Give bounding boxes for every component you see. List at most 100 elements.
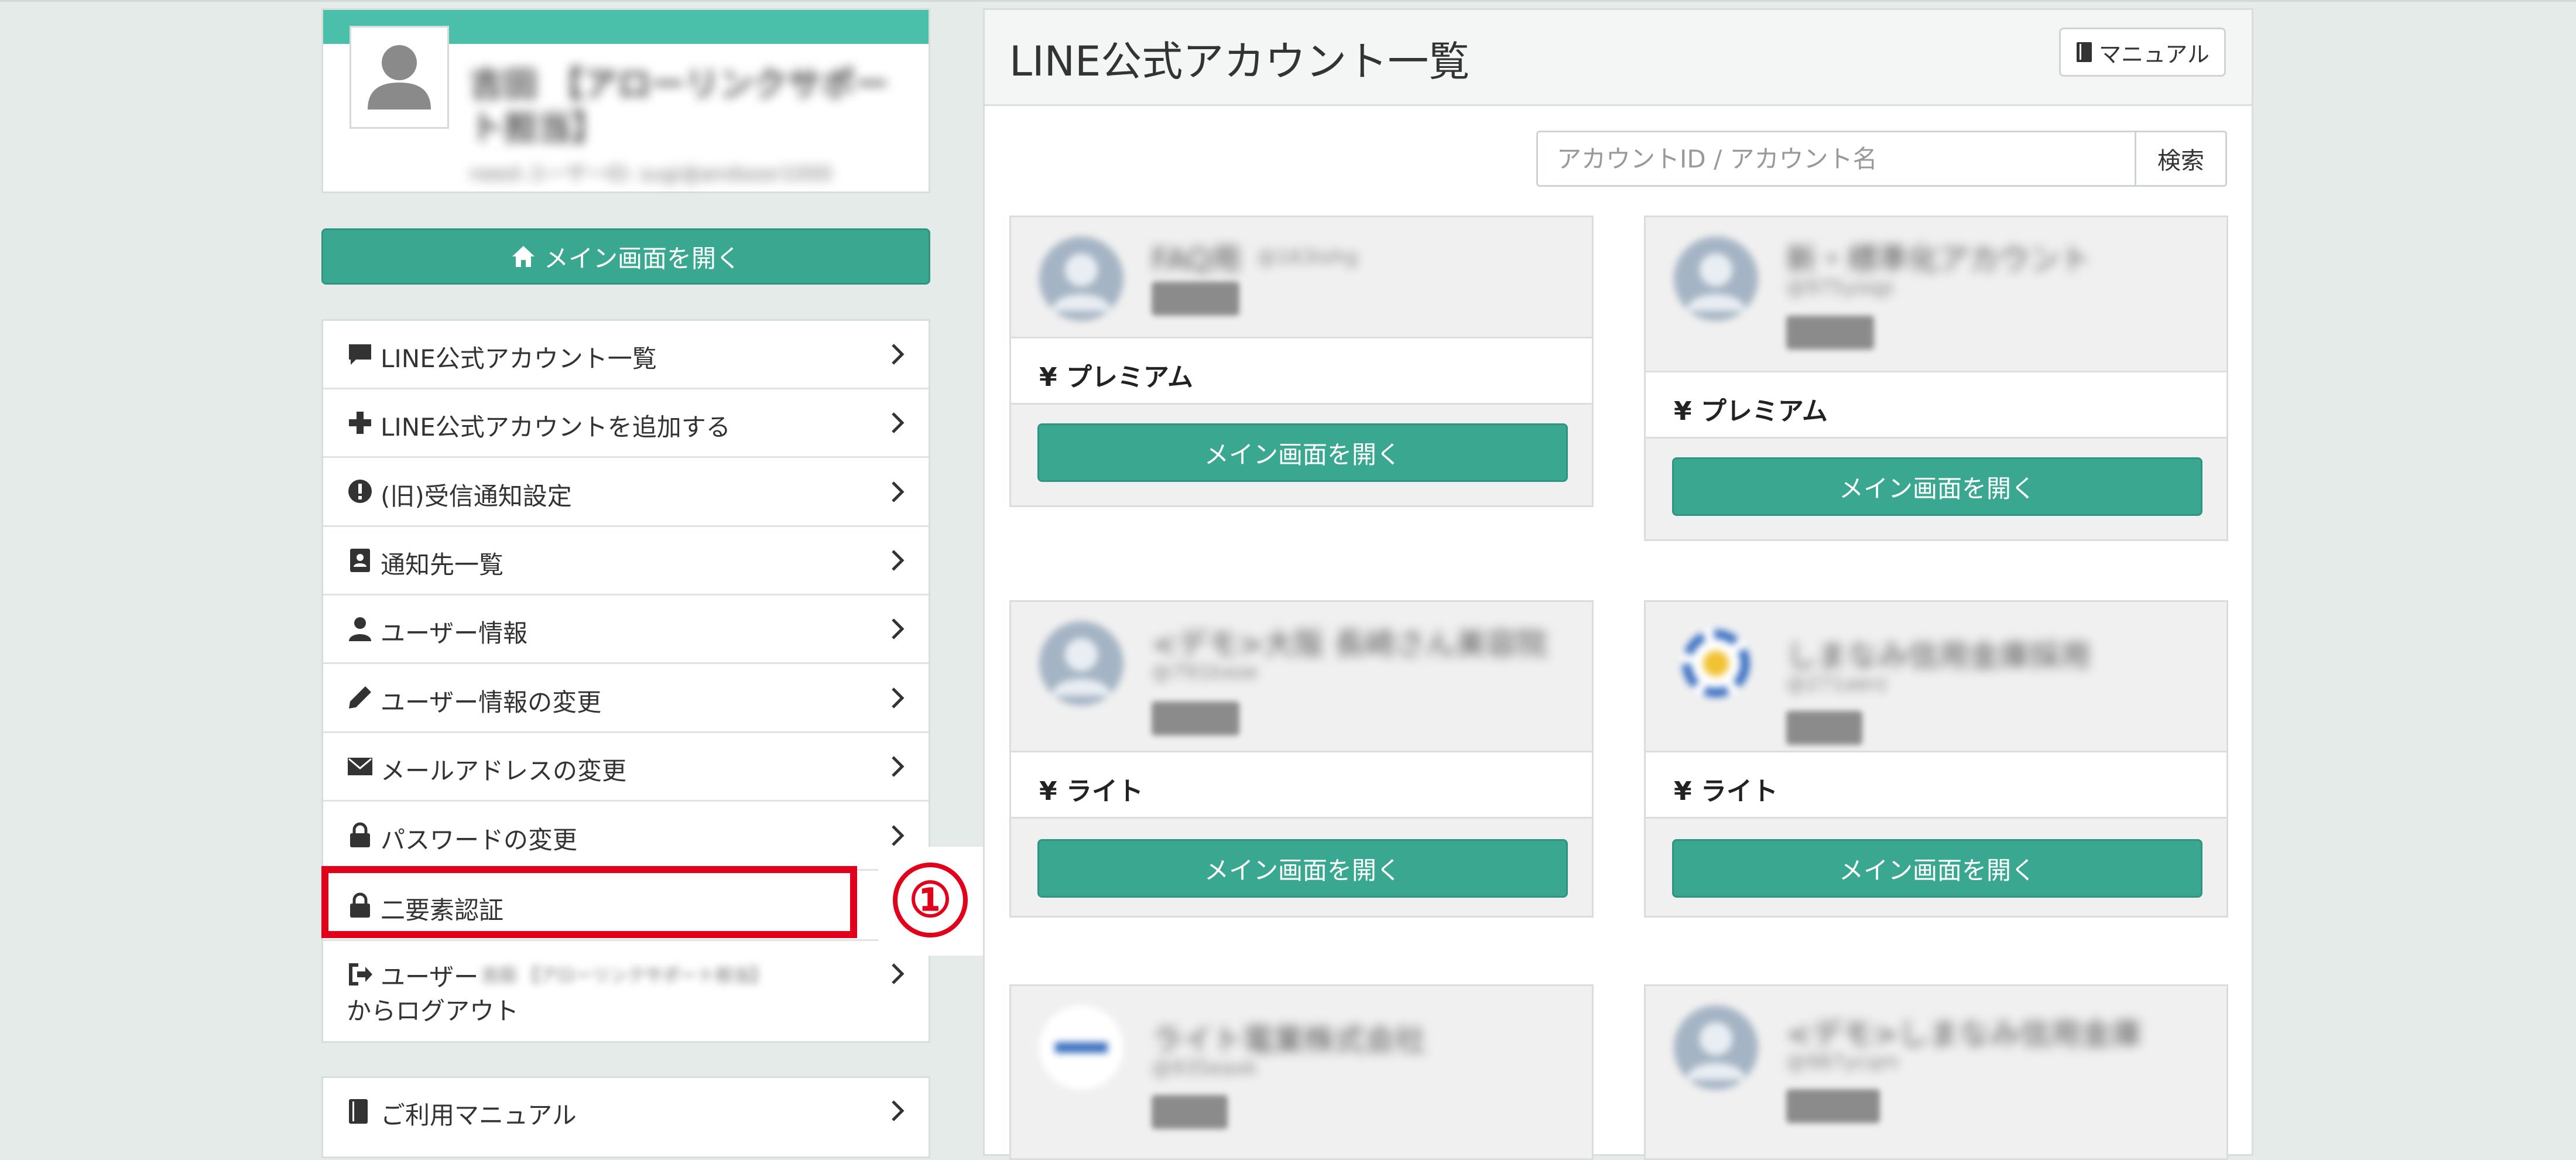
chevron-right-icon [892, 412, 905, 433]
account-card-header: FAQ用 @163iohg [1011, 217, 1592, 338]
sidebar-item-label: 通知先一覧 [381, 550, 504, 579]
sidebar-item-add-account[interactable]: LINE公式アカウントを追加する [323, 389, 929, 458]
top-border [0, 0, 2576, 2]
sidebar-item-label: (旧)受信通知設定 [381, 482, 572, 511]
page-title: LINE公式アカウント一覧 [1009, 37, 1470, 85]
account-status-badge [1152, 1095, 1228, 1129]
search-input[interactable] [1536, 131, 2136, 187]
sidebar-item-notification-settings[interactable]: (旧)受信通知設定 [323, 458, 929, 527]
sidebar-item-label: パスワードの変更 [381, 826, 578, 854]
account-card-header: <デモ>大阪 長崎さん美容院 @791bxoe [1011, 602, 1592, 751]
account-logo [1674, 1005, 1758, 1090]
open-main-screen-label: メイン画面を開く [543, 244, 741, 273]
account-logo [1039, 621, 1123, 706]
sign-out-icon [349, 963, 372, 986]
sidebar-item-label: LINE公式アカウント一覧 [381, 344, 657, 373]
sidebar-item-label: ご利用マニュアル [381, 1101, 577, 1130]
account-plan: ¥ プレミアム [1011, 337, 1592, 405]
home-icon [512, 246, 535, 267]
account-card: ライト電業株式会社 @935eaxk [1009, 984, 1594, 1160]
account-card: FAQ用 @163iohg ¥ プレミアム メイン画面を開く [1009, 215, 1594, 507]
account-name: ライト電業株式会社 [1152, 1023, 1426, 1058]
account-card: <デモ>しまなみ信用金庫 @987ycqm [1644, 984, 2228, 1160]
logout-username-blurred: 吉田 【アローリンクサポート担当】 [481, 966, 768, 986]
account-status-badge [1786, 1089, 1880, 1123]
account-name: <デモ>大阪 長崎さん美容院 [1152, 627, 1547, 662]
sidebar-item-user-info[interactable]: ユーザー情報 [323, 596, 929, 664]
account-status-badge [1786, 316, 1874, 350]
comment-icon [349, 344, 371, 365]
account-name: <デモ>しまなみ信用金庫 [1786, 1017, 2142, 1052]
sidebar-item-label: メールアドレスの変更 [381, 757, 627, 785]
account-card-header: ライト電業株式会社 @935eaxk [1011, 986, 1592, 1158]
account-plan-label: ¥ ライト [1039, 776, 1143, 806]
account-logo [1039, 1005, 1123, 1090]
user-icon [349, 617, 371, 641]
chevron-right-icon [892, 1100, 905, 1121]
search-button[interactable]: 検索 [2135, 131, 2227, 187]
chevron-right-icon [892, 618, 905, 639]
sidebar-item-label: ユーザー情報 [381, 619, 528, 648]
account-plan: ¥ ライト [1646, 751, 2226, 819]
user-silhouette-icon [368, 45, 431, 110]
sidebar-item-label: ユーザー情報の変更 [381, 688, 602, 717]
chevron-right-icon [892, 344, 905, 365]
account-card: しまなみ信用金庫採用 @271aerz ¥ ライト メイン画面を開く [1644, 600, 2228, 918]
open-main-screen-button[interactable]: メイン画面を開く [1037, 423, 1568, 482]
account-logo [1039, 237, 1123, 321]
account-logo [1681, 628, 1751, 699]
avatar [350, 26, 449, 129]
plus-icon [349, 412, 371, 434]
account-id: @271aerz [1786, 672, 1888, 696]
sidebar-item-change-email[interactable]: メールアドレスの変更 [323, 733, 929, 802]
contact-book-icon [350, 549, 370, 572]
account-id: @935eaxk [1152, 1056, 1258, 1080]
chevron-right-icon [892, 481, 905, 502]
account-card-header: しまなみ信用金庫採用 @271aerz [1646, 602, 2226, 751]
account-plan-label: ¥ プレミアム [1674, 396, 1828, 426]
sidebar-item-account-list[interactable]: LINE公式アカウント一覧 [323, 321, 929, 389]
account-id: @791bxoe [1152, 661, 1258, 684]
profile-user-id: need-ユーザーID: sugi@andsoor1000 [470, 162, 833, 186]
manual-button[interactable]: マニュアル [2059, 28, 2226, 77]
account-name: FAQ用 [1152, 242, 1241, 278]
account-card-header: <デモ>しまなみ信用金庫 @987ycqm [1646, 986, 2226, 1158]
profile-card: 吉田 【アローリンクサポート担当】 need-ユーザーID: sugi@ands… [321, 8, 930, 193]
chevron-right-icon [892, 756, 905, 777]
account-plan-label: ¥ プレミアム [1039, 362, 1193, 392]
pencil-icon [349, 686, 371, 709]
sidebar-item-logout[interactable]: ユーザー 吉田 【アローリンクサポート担当】 からログアウト [323, 941, 929, 1043]
sidebar-item-edit-user-info[interactable]: ユーザー情報の変更 [323, 664, 929, 733]
open-main-screen-button[interactable]: メイン画面を開く [1672, 839, 2202, 898]
account-logo [1674, 237, 1758, 321]
book-icon [349, 1099, 368, 1124]
sidebar-item-user-manual[interactable]: ご利用マニュアル [321, 1076, 930, 1158]
two-factor-highlight-box [321, 866, 857, 938]
envelope-icon [348, 758, 372, 775]
panel-header: LINE公式アカウント一覧 マニュアル [985, 10, 2252, 106]
account-status-badge [1152, 282, 1239, 316]
sidebar-item-label: LINE公式アカウントを追加する [381, 413, 731, 442]
open-main-screen-button[interactable]: メイン画面を開く [1672, 457, 2202, 516]
account-list-panel: LINE公式アカウント一覧 マニュアル 検索 FAQ用 @163iohg ¥ プ… [983, 8, 2253, 1160]
open-main-screen-button[interactable]: メイン画面を開く [321, 228, 930, 285]
sidebar-item-notification-list[interactable]: 通知先一覧 [323, 527, 929, 596]
account-plan-label: ¥ ライト [1674, 776, 1778, 806]
chevron-right-icon [892, 825, 905, 846]
account-name: 新・標準化アカウント [1786, 242, 2091, 278]
logout-label-line1: ユーザー [381, 963, 479, 991]
account-status-badge [1786, 711, 1862, 745]
account-card: 新・標準化アカウント @975yoqp ¥ プレミアム メイン画面を開く [1644, 215, 2228, 541]
profile-name: 吉田 【アローリンクサポート担当】 [470, 64, 889, 148]
chevron-right-icon [892, 687, 905, 709]
book-icon [2077, 42, 2092, 62]
account-card-header: 新・標準化アカウント @975yoqp [1646, 217, 2226, 372]
chevron-right-icon [892, 550, 905, 571]
chevron-right-icon [892, 963, 905, 984]
account-card: <デモ>大阪 長崎さん美容院 @791bxoe ¥ ライト メイン画面を開く [1009, 600, 1594, 918]
sidebar-item-change-password[interactable]: パスワードの変更 [323, 802, 929, 871]
account-plan: ¥ ライト [1011, 751, 1592, 819]
open-main-screen-button[interactable]: メイン画面を開く [1037, 839, 1568, 898]
manual-button-label: マニュアル [2099, 41, 2210, 67]
account-plan: ¥ プレミアム [1646, 371, 2226, 439]
